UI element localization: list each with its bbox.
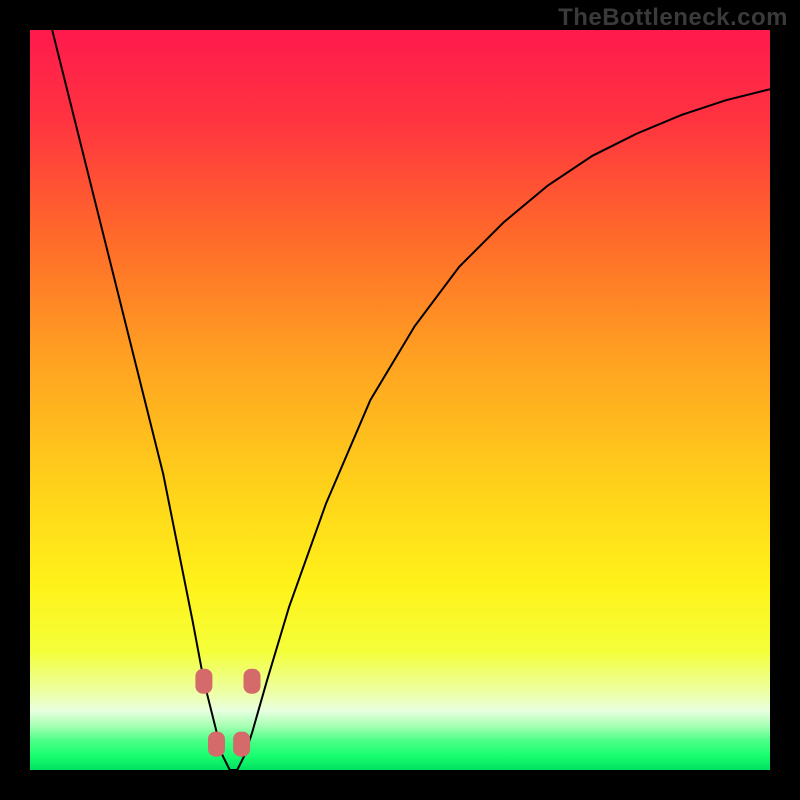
plot-area [30, 30, 770, 770]
gradient-background [30, 30, 770, 770]
curve-marker [196, 669, 212, 693]
curve-marker [244, 669, 260, 693]
curve-marker [234, 732, 250, 756]
plot-svg [30, 30, 770, 770]
curve-marker [208, 732, 224, 756]
chart-frame: TheBottleneck.com [0, 0, 800, 800]
watermark-text: TheBottleneck.com [558, 4, 788, 32]
